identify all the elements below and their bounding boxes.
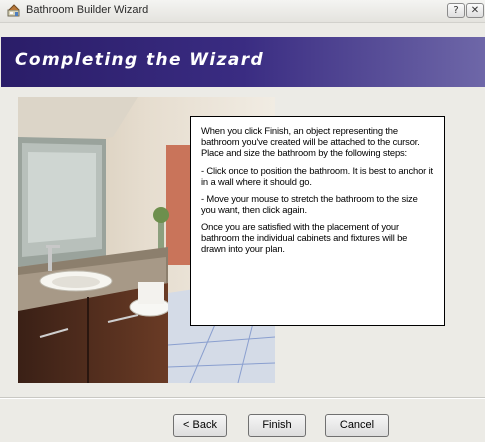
wizard-header-banner: Completing the Wizard: [1, 37, 485, 87]
back-button[interactable]: < Back: [173, 414, 227, 437]
bathroom-builder-app-icon: [7, 4, 20, 17]
instructions-panel: When you click Finish, an object represe…: [190, 116, 445, 326]
instruction-step: - Move your mouse to stretch the bathroo…: [201, 193, 418, 215]
help-icon: ?: [453, 5, 459, 16]
instructions-outro: Once you are satisfied with the placemen…: [201, 221, 408, 254]
close-button[interactable]: ✕: [466, 3, 484, 18]
window-title: Bathroom Builder Wizard: [26, 4, 149, 16]
instruction-step: - Click once to position the bathroom. I…: [201, 165, 433, 187]
cancel-button[interactable]: Cancel: [325, 414, 389, 437]
finish-button[interactable]: Finish: [248, 414, 306, 437]
footer-divider: [0, 397, 485, 399]
page-title: Completing the Wizard: [15, 50, 265, 70]
help-button[interactable]: ?: [447, 3, 465, 18]
close-icon: ✕: [470, 5, 480, 16]
instructions-intro: When you click Finish, an object represe…: [201, 125, 420, 158]
title-bar: Bathroom Builder Wizard ? ✕: [0, 0, 485, 23]
